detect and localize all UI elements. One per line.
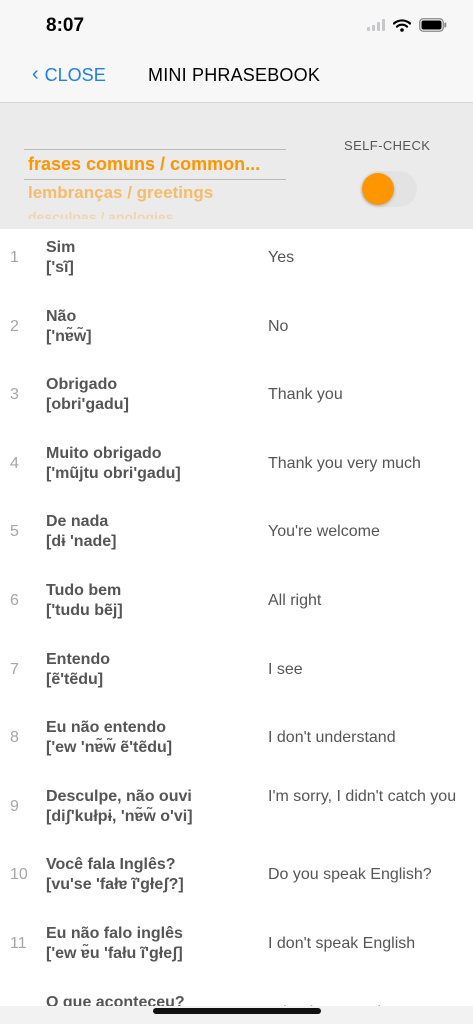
picker-divider-top [24, 149, 286, 150]
phrase-portuguese-text: Muito obrigado [46, 444, 162, 462]
controls-panel: frases comuns / common... lembranças / g… [0, 103, 473, 229]
phrase-list[interactable]: 1 Sim ['sĩ] Yes 2 Não ['nɐ̃w̃] No 3 Obrigado [obri… [0, 229, 473, 1024]
phrase-portuguese: Eu não falo inglês ['ew ɐ̃u 'fału ĩ'głeʃ] [46, 924, 183, 964]
phrase-translation: I'm sorry, I didn't catch you [268, 787, 457, 805]
self-check-label: SELF-CHECK [344, 138, 431, 153]
status-bar: 8:07 [0, 0, 473, 50]
phrase-row[interactable]: 11 Eu não falo inglês ['ew ɐ̃u 'fału ĩ'głe… [0, 915, 473, 984]
picker-divider-bottom [24, 179, 286, 180]
phrase-row[interactable]: 1 Sim ['sĩ] Yes [0, 229, 473, 298]
battery-icon [419, 18, 447, 32]
status-icons [367, 18, 447, 32]
self-check-toggle[interactable] [360, 171, 417, 207]
phrase-transcription: [diʃ'kułpɨ, 'nɐ̃w̃ o'vi] [46, 807, 193, 825]
phrase-portuguese: Sim ['sĩ] [46, 238, 75, 278]
phrase-row[interactable]: 10 Você fala Inglês? [vu'se 'fałɐ ĩ'głeʃ?]… [0, 846, 473, 915]
picker-item-selected[interactable]: frases comuns / common... [28, 154, 260, 175]
phrase-portuguese: Entendo [ẽ'tẽdu] [46, 650, 110, 690]
picker-item[interactable]: desculpas / apologies [28, 209, 174, 219]
phrase-portuguese-text: Eu não entendo [46, 719, 166, 737]
phrase-number: 8 [10, 729, 19, 747]
phrase-number: 3 [10, 386, 19, 404]
cellular-signal-icon [367, 19, 385, 31]
phrase-row[interactable]: 2 Não ['nɐ̃w̃] No [0, 298, 473, 367]
phrase-row[interactable]: 8 Eu não entendo ['ew 'nɐ̃w̃ ẽ'tẽdu] I don'… [0, 709, 473, 778]
close-button[interactable]: ‹ CLOSE [32, 63, 106, 87]
phrase-portuguese: Eu não entendo ['ew 'nɐ̃w̃ ẽ'tẽdu] [46, 718, 172, 758]
phrase-transcription: ['mũjtu obri'gadu] [46, 464, 181, 482]
wifi-icon [393, 18, 411, 32]
phrase-transcription: [ẽ'tẽdu] [46, 670, 104, 688]
phrase-portuguese-text: Obrigado [46, 376, 118, 394]
phrase-row[interactable]: 9 Desculpe, não ouvi [diʃ'kułpɨ, 'nɐ̃w̃ o'… [0, 778, 473, 847]
phrase-number: 9 [10, 797, 19, 815]
chevron-left-icon: ‹ [32, 63, 39, 85]
phrase-transcription: [dɨ 'nade] [46, 533, 117, 551]
phrase-number: 5 [10, 523, 19, 541]
phrase-transcription: [obri'gadu] [46, 396, 129, 414]
phrase-row[interactable]: 7 Entendo [ẽ'tẽdu] I see [0, 641, 473, 710]
phrase-translation: Thank you [268, 386, 343, 404]
phrase-row[interactable]: 3 Obrigado [obri'gadu] Thank you [0, 366, 473, 435]
phrase-portuguese: Você fala Inglês? [vu'se 'fałɐ ĩ'głeʃ?] [46, 855, 184, 895]
phrase-translation: Yes [268, 249, 295, 266]
phrase-translation: Thank you very much [268, 454, 421, 472]
phrase-number: 1 [10, 249, 19, 266]
phrase-portuguese-text: Eu não falo inglês [46, 924, 183, 942]
phrase-number: 10 [10, 866, 28, 884]
phrase-portuguese: Muito obrigado ['mũjtu obri'gadu] [46, 444, 181, 484]
phrase-transcription: ['nɐ̃w̃] [46, 327, 92, 345]
navigation-bar: ‹ CLOSE MINI PHRASEBOOK [0, 50, 473, 103]
phrase-translation: I don't understand [268, 729, 396, 747]
phrase-portuguese-text: Não [46, 307, 77, 325]
phrase-row[interactable]: 4 Muito obrigado ['mũjtu obri'gadu] Thank y… [0, 435, 473, 504]
phrase-translation: I see [268, 660, 303, 678]
phrase-portuguese-text: Tudo bem [46, 581, 122, 599]
phrase-transcription: ['ew 'nɐ̃w̃ ẽ'tẽdu] [46, 739, 173, 757]
phrase-transcription: ['tudu bẽj] [46, 601, 123, 619]
phrase-transcription: ['sĩ] [46, 259, 74, 276]
phrase-portuguese-text: Sim [46, 239, 76, 256]
phrase-number: 4 [10, 454, 19, 472]
phrase-number: 6 [10, 591, 19, 609]
phrase-portuguese-text: De nada [46, 513, 109, 531]
toggle-knob [362, 173, 394, 205]
home-indicator[interactable] [153, 1008, 321, 1014]
phrase-portuguese: Obrigado [obri'gadu] [46, 375, 129, 415]
phrase-number: 11 [10, 934, 27, 952]
phrase-translation: All right [268, 591, 322, 609]
phrase-transcription: [vu'se 'fałɐ ĩ'głeʃ?] [46, 876, 184, 894]
phrase-row[interactable]: 5 De nada [dɨ 'nade] You're welcome [0, 503, 473, 572]
phrase-portuguese: Tudo bem ['tudu bẽj] [46, 581, 123, 621]
page-title: MINI PHRASEBOOK [148, 65, 321, 85]
phrase-portuguese: De nada [dɨ 'nade] [46, 512, 116, 552]
close-button-label: CLOSE [44, 65, 106, 85]
phrase-portuguese: Não ['nɐ̃w̃] [46, 307, 92, 347]
phrase-transcription: ['ew ɐ̃u 'fału ĩ'głeʃ] [46, 944, 183, 962]
phrase-row[interactable]: 6 Tudo bem ['tudu bẽj] All right [0, 572, 473, 641]
category-picker[interactable]: frases comuns / common... lembranças / g… [22, 125, 286, 219]
phrase-translation: I don't speak English [268, 934, 416, 952]
phrase-number: 7 [10, 660, 19, 678]
status-time: 8:07 [46, 15, 85, 36]
phrase-portuguese: Desculpe, não ouvi [diʃ'kułpɨ, 'nɐ̃w̃ o'v… [46, 787, 193, 827]
phrase-portuguese-text: Entendo [46, 650, 110, 668]
phrase-portuguese-text: Você fala Inglês? [46, 856, 176, 874]
picker-item[interactable]: lembranças / greetings [28, 183, 213, 203]
phrase-portuguese-text: Desculpe, não ouvi [46, 787, 192, 805]
phrase-number: 2 [10, 317, 19, 335]
phrase-translation: You're welcome [268, 523, 380, 541]
phrase-translation: No [268, 317, 289, 335]
phrase-translation: Do you speak English? [268, 866, 432, 884]
